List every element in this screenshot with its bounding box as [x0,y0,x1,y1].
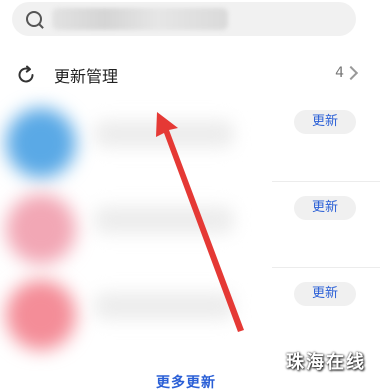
watermark: 珠海在线 [286,352,366,373]
app-update-list: 更新 更新 更新 [0,96,380,366]
app-icon [6,280,76,350]
update-count: 4 [335,65,344,81]
update-button[interactable]: 更新 [294,196,356,220]
app-row: 更新 [0,182,380,268]
chevron-right-icon [343,65,359,81]
app-name-blurred [94,206,234,234]
search-icon [26,11,42,27]
app-row: 更新 [0,96,380,182]
app-name-blurred [94,120,234,148]
app-name-blurred [94,292,234,320]
update-management-title: 更新管理 [54,67,119,86]
search-placeholder-blurred [52,8,228,30]
update-management-row[interactable]: 更新管理 4 [0,52,380,96]
app-row: 更新 [0,268,380,354]
refresh-icon [18,65,34,83]
update-button[interactable]: 更新 [294,110,356,134]
more-updates-link[interactable]: 更多更新 [156,372,216,392]
search-bar[interactable] [12,2,356,36]
app-icon [6,194,76,264]
update-button[interactable]: 更新 [294,282,356,306]
app-icon [6,108,76,178]
